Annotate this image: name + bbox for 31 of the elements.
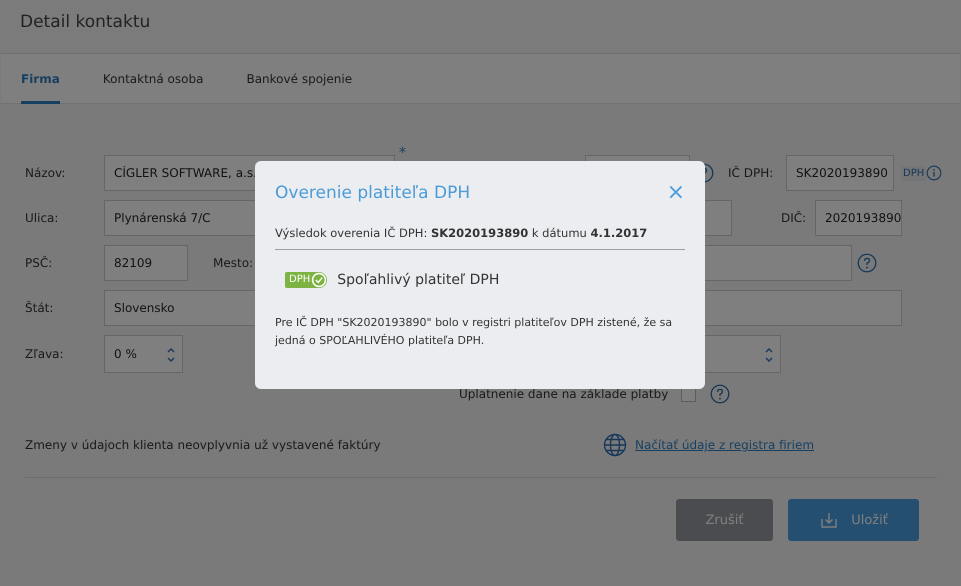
field-label: Ulica: <box>25 211 60 225</box>
page-title: Detail kontaktu <box>20 12 150 32</box>
download-icon <box>819 510 840 530</box>
field-label: Mesto: <box>213 256 254 270</box>
tab[interactable]: Bankové spojenie <box>246 54 352 104</box>
field-label: PSČ: <box>25 256 54 270</box>
zip-field[interactable]: 82109 <box>104 245 188 281</box>
required-mark: * <box>399 145 406 161</box>
tab[interactable]: Kontaktná osoba <box>102 54 204 104</box>
message-text: Pre IČ DPH "SK2020193890" bolo v registri platiteľov DPH zistené, že sa jedná o SPOĽAHLIVÉHO platiteľa DPH. <box>275 314 674 349</box>
field-label: Názov: <box>25 166 66 180</box>
info-icon[interactable] <box>926 165 942 181</box>
result-text: Výsledok overenia IČ DPH: SK2020193890 k dátumu 4.1.2017 <box>275 226 648 240</box>
field-label: IČ DPH: <box>728 166 774 180</box>
status-text: Spoľahlivý platiteľ DPH <box>337 272 500 288</box>
field-label: DIČ: <box>781 211 808 225</box>
tab[interactable]: Firma <box>21 54 60 104</box>
checkbox-label: Uplatnenie dane na základe platby <box>459 387 668 401</box>
discount-field[interactable]: 0 % <box>104 335 183 373</box>
vat-badge: DPH <box>901 166 926 180</box>
help-icon[interactable] <box>857 253 877 273</box>
field-label: Štát: <box>25 301 54 315</box>
registry-link[interactable]: Načítať údaje z registra firiem <box>635 438 814 452</box>
help-icon[interactable] <box>710 384 730 404</box>
tax-id-field[interactable]: 2020193890 <box>815 200 902 236</box>
field-label: Zľava: <box>25 347 65 361</box>
check-icon <box>311 272 328 288</box>
globe-icon <box>603 433 627 457</box>
note-text: Zmeny v údajoch klienta neovplyvnia už vystavené faktúry <box>25 438 382 452</box>
close-button[interactable]: × <box>666 183 685 203</box>
vat-id-field[interactable]: SK2020193890 <box>786 155 894 191</box>
